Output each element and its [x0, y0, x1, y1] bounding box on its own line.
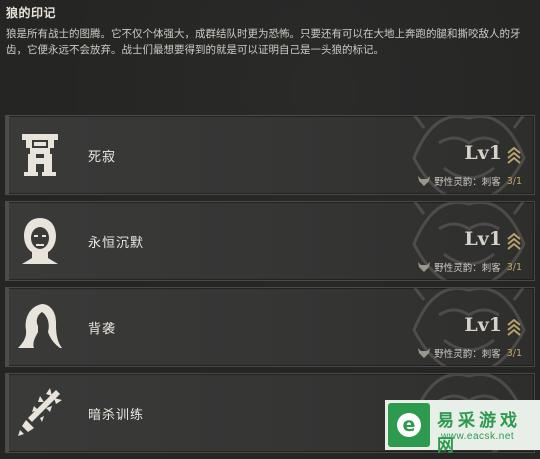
skill-level: Lv1	[464, 228, 502, 250]
requirement-count: 3/1	[506, 175, 522, 187]
rank-up-chevron-icon	[507, 232, 521, 250]
requirement-text: 野性灵韵：刺客	[434, 349, 501, 360]
skill-requirement: 野性灵韵：刺客 3/1	[417, 260, 522, 274]
site-watermark: e 易采游戏网 www.eacsk.net	[385, 400, 540, 456]
skill-card-2[interactable]: 永恒沉默 Lv1 野性灵韵：刺客 3/1	[5, 201, 535, 281]
spiked-sword-icon	[18, 388, 62, 436]
requirement-text: 野性灵韵：刺客	[434, 263, 501, 274]
skill-requirement: 野性灵韵：刺客 3/1	[417, 174, 522, 188]
skill-card-3[interactable]: 背袭 Lv1 野性灵韵：刺客 3/1	[5, 287, 535, 367]
requirement-text: 野性灵韵：刺客	[434, 177, 501, 188]
wolf-head-icon	[418, 176, 431, 186]
watermark-logo-circle: e	[397, 413, 421, 437]
card-accent	[6, 374, 9, 452]
hooded-face-icon	[22, 218, 58, 264]
skill-card-1[interactable]: 死寂 Lv1 野性灵韵：刺客 3/1	[5, 115, 535, 195]
skill-name: 永恒沉默	[88, 236, 145, 251]
skill-page: 狼的印记 狼是所有战士的图腾。它不仅个体强大，成群结队时更为恐怖。只要还有可以在…	[0, 0, 540, 456]
card-accent	[6, 202, 9, 280]
page-title: 狼的印记	[6, 6, 57, 20]
card-accent	[6, 116, 9, 194]
card-accent	[6, 288, 9, 366]
skill-name: 暗杀训练	[88, 408, 145, 423]
skill-level: Lv1	[464, 142, 502, 164]
skill-requirement: 野性灵韵：刺客 3/1	[417, 346, 522, 360]
tower-helm-icon	[22, 134, 58, 176]
hooded-figure-icon	[18, 304, 62, 348]
wolf-head-icon	[418, 262, 431, 272]
rank-up-chevron-icon	[507, 318, 521, 336]
watermark-logo-letter: e	[402, 414, 416, 436]
watermark-logo-icon: e	[388, 403, 430, 447]
requirement-count: 3/1	[506, 261, 522, 273]
skill-name: 背袭	[88, 322, 117, 337]
watermark-url: www.eacsk.net	[441, 431, 515, 442]
requirement-count: 3/1	[506, 347, 522, 359]
page-description: 狼是所有战士的图腾。它不仅个体强大，成群结队时更为恐怖。只要还有可以在大地上奔跑…	[6, 28, 521, 56]
wolf-head-icon	[418, 348, 431, 358]
skill-level: Lv1	[464, 314, 502, 336]
skill-name: 死寂	[88, 150, 117, 165]
rank-up-chevron-icon	[507, 146, 521, 164]
